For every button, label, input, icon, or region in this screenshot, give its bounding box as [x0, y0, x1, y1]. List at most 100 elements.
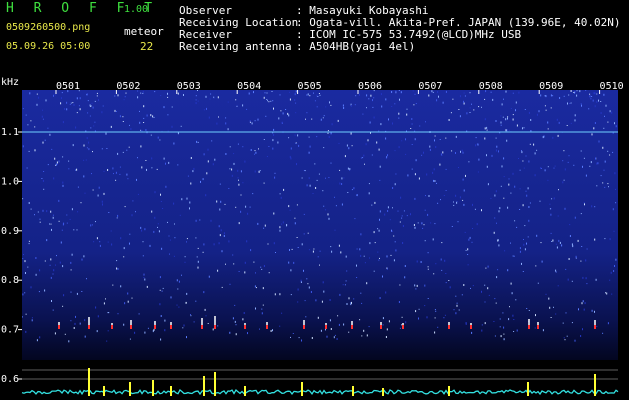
noise-speckle — [492, 98, 494, 101]
noise-speckle — [452, 98, 454, 100]
noise-speckle — [173, 202, 175, 205]
noise-speckle — [394, 183, 396, 186]
noise-speckle — [311, 337, 313, 339]
noise-speckle — [61, 229, 63, 231]
noise-speckle — [289, 209, 291, 211]
noise-speckle — [428, 195, 430, 197]
noise-speckle — [571, 322, 573, 324]
noise-speckle — [545, 95, 547, 98]
noise-speckle — [263, 227, 265, 229]
noise-speckle — [500, 185, 502, 187]
noise-speckle — [524, 225, 526, 227]
noise-speckle — [189, 207, 190, 210]
noise-speckle — [596, 100, 598, 103]
noise-speckle — [25, 330, 27, 333]
noise-speckle — [218, 225, 220, 228]
noise-speckle — [326, 335, 328, 338]
noise-speckle — [214, 158, 216, 161]
noise-speckle — [574, 216, 576, 219]
noise-speckle — [274, 172, 276, 174]
noise-speckle — [372, 106, 374, 108]
meteor-echo-core — [594, 325, 596, 329]
noise-speckle — [50, 223, 52, 225]
noise-speckle — [233, 263, 235, 265]
noise-speckle — [596, 325, 598, 327]
noise-speckle — [582, 300, 584, 303]
noise-speckle — [297, 288, 299, 291]
noise-speckle — [35, 257, 37, 259]
noise-speckle — [91, 102, 93, 104]
noise-speckle — [282, 112, 284, 115]
noise-speckle — [568, 155, 570, 157]
meteor-echo-core — [380, 325, 382, 329]
noise-speckle — [467, 254, 469, 255]
noise-speckle — [510, 192, 512, 194]
noise-speckle — [514, 185, 516, 188]
noise-speckle — [206, 107, 207, 110]
noise-speckle — [551, 241, 553, 242]
noise-speckle — [142, 241, 144, 243]
noise-speckle — [467, 248, 469, 251]
noise-speckle — [64, 333, 66, 335]
noise-speckle — [388, 118, 389, 121]
noise-speckle — [328, 136, 330, 138]
noise-speckle — [70, 102, 72, 104]
noise-speckle — [309, 184, 311, 187]
noise-speckle — [610, 271, 612, 274]
x-tick-label: 0503 — [177, 81, 201, 92]
noise-speckle — [72, 102, 74, 104]
noise-speckle — [288, 205, 290, 208]
noise-speckle — [240, 194, 242, 196]
noise-speckle — [504, 250, 506, 252]
noise-speckle — [536, 113, 538, 116]
noise-speckle — [427, 213, 429, 216]
noise-speckle — [117, 152, 119, 155]
noise-speckle — [279, 226, 281, 229]
antenna-key: Receiving antenna — [179, 40, 292, 53]
noise-speckle — [518, 91, 520, 94]
noise-speckle — [224, 203, 226, 205]
noise-speckle — [445, 90, 447, 93]
noise-speckle — [161, 247, 163, 250]
noise-speckle — [39, 269, 41, 272]
noise-speckle — [606, 292, 608, 295]
noise-speckle — [169, 253, 170, 255]
noise-speckle — [131, 214, 133, 217]
noise-speckle — [547, 128, 549, 130]
noise-speckle — [598, 140, 600, 143]
noise-speckle — [107, 312, 109, 314]
noise-speckle — [401, 215, 403, 217]
noise-speckle — [351, 145, 353, 147]
noise-speckle — [395, 249, 397, 252]
noise-speckle — [414, 284, 416, 287]
noise-speckle — [468, 161, 470, 163]
noise-speckle — [574, 339, 576, 342]
noise-speckle — [516, 226, 518, 228]
noise-speckle — [426, 173, 428, 176]
noise-speckle — [569, 224, 571, 226]
noise-speckle — [196, 140, 198, 143]
noise-speckle — [39, 218, 41, 220]
noise-speckle — [463, 100, 464, 103]
noise-speckle — [205, 315, 207, 317]
noise-speckle — [263, 182, 265, 184]
meteor-echo-core — [537, 325, 539, 329]
noise-speckle — [177, 164, 179, 166]
noise-speckle — [328, 177, 330, 178]
noise-speckle — [512, 314, 514, 317]
noise-speckle — [496, 145, 498, 148]
noise-speckle — [537, 282, 539, 284]
meteor-echo-core — [154, 325, 156, 329]
noise-speckle — [614, 122, 615, 125]
noise-speckle — [79, 97, 81, 100]
noise-speckle — [285, 109, 287, 110]
noise-speckle — [361, 302, 363, 304]
noise-speckle — [318, 173, 320, 175]
noise-speckle — [607, 121, 609, 123]
noise-speckle — [314, 100, 316, 102]
noise-speckle — [533, 143, 535, 146]
noise-speckle — [318, 93, 320, 94]
noise-speckle — [522, 204, 524, 207]
noise-speckle — [34, 149, 36, 152]
noise-speckle — [374, 242, 376, 244]
